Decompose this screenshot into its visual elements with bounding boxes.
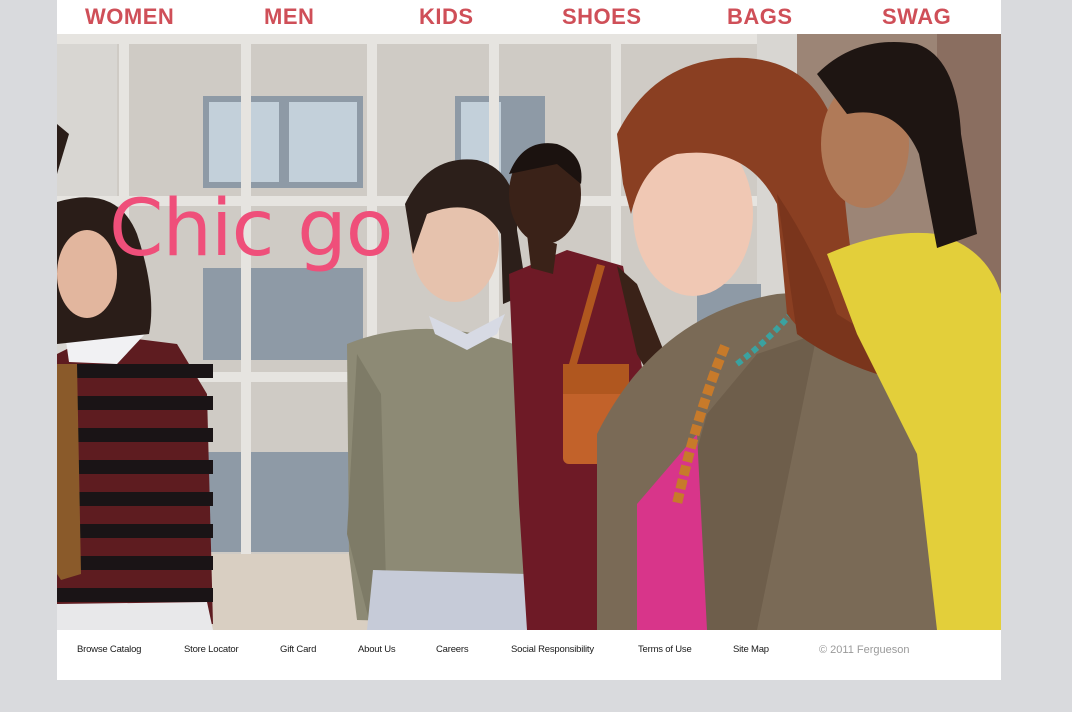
nav-item-men[interactable]: MEN [264, 4, 314, 30]
footer-link-store-locator[interactable]: Store Locator [184, 644, 239, 655]
footer: Browse Catalog Store Locator Gift Card A… [57, 630, 1001, 680]
footer-link-about-us[interactable]: About Us [358, 644, 396, 655]
nav-item-kids[interactable]: KIDS [419, 4, 474, 30]
nav-item-women[interactable]: WOMEN [85, 4, 174, 30]
footer-link-social-responsibility[interactable]: Social Responsibility [511, 644, 594, 655]
footer-link-browse-catalog[interactable]: Browse Catalog [77, 644, 141, 655]
hero-title: Chic go [109, 184, 393, 274]
copyright-text: © 2011 Fergueson [819, 644, 910, 656]
hero-photo [57, 34, 1001, 630]
nav-item-shoes[interactable]: SHOES [562, 4, 642, 30]
footer-link-terms-of-use[interactable]: Terms of Use [638, 644, 692, 655]
nav-item-bags[interactable]: BAGS [727, 4, 793, 30]
footer-link-careers[interactable]: Careers [436, 644, 469, 655]
top-navigation: WOMEN MEN KIDS SHOES BAGS SWAG [57, 0, 1001, 34]
page-container: WOMEN MEN KIDS SHOES BAGS SWAG Chic go B… [57, 0, 1001, 680]
nav-item-swag[interactable]: SWAG [882, 4, 951, 30]
footer-link-gift-card[interactable]: Gift Card [280, 644, 316, 655]
hero-banner: Chic go [57, 34, 1001, 630]
footer-link-site-map[interactable]: Site Map [733, 644, 769, 655]
